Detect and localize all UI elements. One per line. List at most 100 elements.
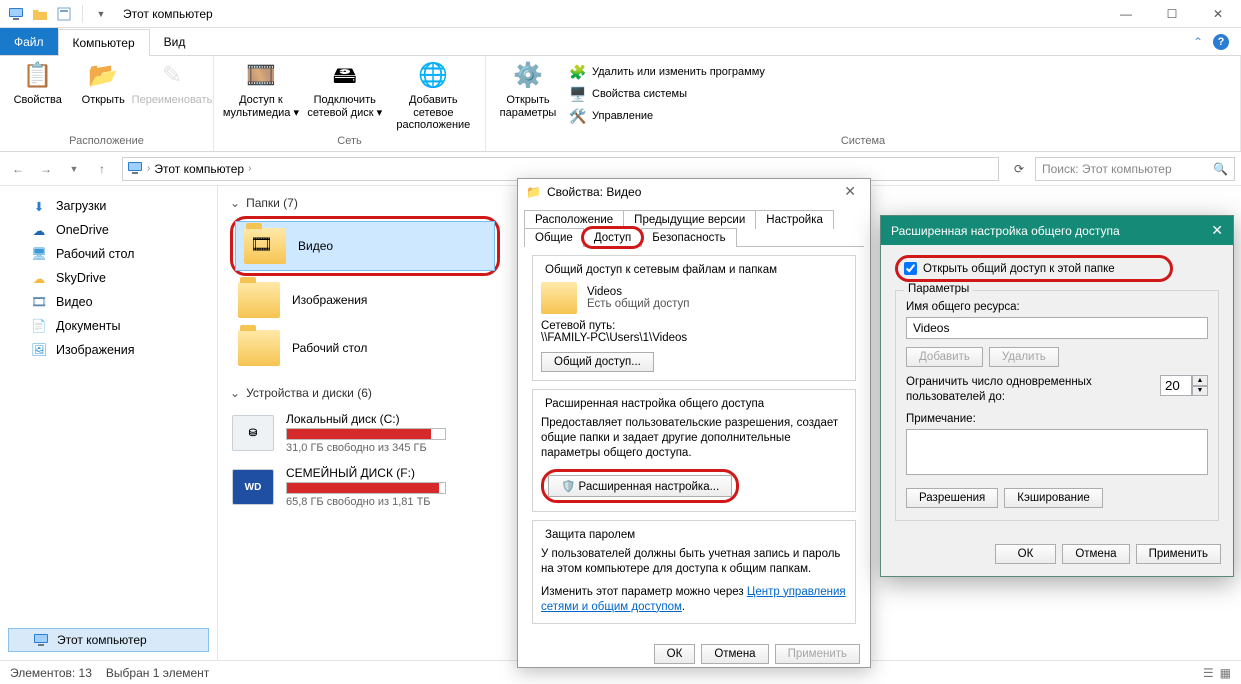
params-group-title: Параметры <box>904 283 973 295</box>
ribbon-manage[interactable]: 🛠️Управление <box>566 106 769 126</box>
ribbon-map-drive[interactable]: 🖴Подключить сетевой диск ▾ <box>304 60 386 119</box>
breadcrumb-text: Этот компьютер <box>154 162 244 176</box>
ribbon-properties[interactable]: 📋Свойства <box>6 60 70 107</box>
ribbon: 📋Свойства 📂Открыть ✎Переименовать Распол… <box>0 56 1241 152</box>
sidebar-item-desktop[interactable]: 🖥Рабочий стол <box>4 242 213 266</box>
limit-spinner[interactable]: ▲▼ <box>1160 375 1208 396</box>
dialog-properties-close[interactable]: ✕ <box>838 183 862 200</box>
search-icon: 🔍 <box>1213 162 1228 176</box>
adv-apply-button[interactable]: Применить <box>1136 544 1221 564</box>
prop-apply-button: Применить <box>775 644 860 664</box>
pwd-group-title: Защита паролем <box>541 529 639 541</box>
view-details-icon[interactable]: ☰ <box>1203 666 1214 680</box>
adv-close-button[interactable]: ✕ <box>1211 222 1223 239</box>
folder-icon[interactable] <box>30 4 50 24</box>
share-folder-checkbox[interactable] <box>904 262 917 275</box>
sidebar-item-thispc[interactable]: Этот компьютер <box>8 628 209 652</box>
sidebar-item-documents[interactable]: 📄Документы <box>4 314 213 338</box>
sidebar-item-onedrive[interactable]: ☁OneDrive <box>4 218 213 242</box>
prop-tab-setup[interactable]: Настройка <box>755 210 834 229</box>
window-title: Этот компьютер <box>117 7 213 21</box>
sidebar-item-pictures[interactable]: 🖼Изображения <box>4 338 213 362</box>
drive-f[interactable]: WD СЕМЕЙНЫЙ ДИСК (F:) 65,8 ГБ свободно и… <box>230 460 510 514</box>
ribbon-rename: ✎Переименовать <box>137 60 207 107</box>
group-location-label: Расположение <box>0 133 213 151</box>
view-tiles-icon[interactable]: ▦ <box>1220 666 1231 680</box>
tab-view[interactable]: Вид <box>150 28 200 55</box>
prop-tab-security[interactable]: Безопасность <box>641 228 736 247</box>
remove-button: Удалить <box>989 347 1059 367</box>
folder-icon <box>541 282 577 314</box>
add-button: Добавить <box>906 347 983 367</box>
nav-up[interactable]: ↑ <box>90 157 114 181</box>
ribbon-sysprops[interactable]: 🖥️Свойства системы <box>566 84 769 104</box>
drive-c[interactable]: ⛁ Локальный диск (C:) 31,0 ГБ свободно и… <box>230 406 510 460</box>
qat-dropdown-icon[interactable]: ▼ <box>91 4 111 24</box>
prop-ok-button[interactable]: ОК <box>654 644 696 664</box>
folder-desktop[interactable]: Рабочий стол <box>230 324 490 372</box>
thispc-icon <box>6 4 26 24</box>
prop-tab-access[interactable]: Доступ <box>583 228 642 247</box>
sidebar-item-video[interactable]: 🎞Видео <box>4 290 213 314</box>
close-button[interactable]: ✕ <box>1195 0 1241 28</box>
caching-button[interactable]: Кэширование <box>1004 488 1103 508</box>
ribbon-add-network[interactable]: 🌐Добавить сетевое расположение <box>388 60 479 132</box>
monitor-icon <box>33 633 49 647</box>
prop-tab-general[interactable]: Общие <box>524 228 584 247</box>
spin-up-icon[interactable]: ▲ <box>1192 375 1208 386</box>
permissions-button[interactable]: Разрешения <box>906 488 998 508</box>
adv-cancel-button[interactable]: Отмена <box>1062 544 1129 564</box>
ribbon-uninstall[interactable]: 🧩Удалить или изменить программу <box>566 62 769 82</box>
nav-back[interactable]: ← <box>6 157 30 181</box>
ribbon-collapse-icon[interactable]: ⌃ <box>1193 35 1203 49</box>
shared-name: Videos <box>587 286 689 298</box>
folder-video[interactable]: 🎞 Видео <box>235 221 495 271</box>
breadcrumb[interactable]: › Этот компьютер › <box>122 157 999 181</box>
maximize-button[interactable]: ☐ <box>1149 0 1195 28</box>
ribbon-open-settings[interactable]: ⚙️Открыть параметры <box>492 60 564 119</box>
prop-tab-prev[interactable]: Предыдущие версии <box>623 210 756 229</box>
sidebar-item-skydrive[interactable]: ☁SkyDrive <box>4 266 213 290</box>
search-placeholder: Поиск: Этот компьютер <box>1042 162 1172 176</box>
adv-title: Расширенная настройка общего доступа <box>891 224 1120 238</box>
ribbon-open[interactable]: 📂Открыть <box>72 60 136 107</box>
sidebar-item-downloads[interactable]: ⬇Загрузки <box>4 194 213 218</box>
search-input[interactable]: Поиск: Этот компьютер 🔍 <box>1035 157 1235 181</box>
folder-icon: 🎞 <box>244 228 286 264</box>
ribbon-media-access[interactable]: 🎞️Доступ к мультимедиа ▾ <box>220 60 302 119</box>
adv-group-title: Расширенная настройка общего доступа <box>541 398 768 410</box>
limit-input[interactable] <box>1160 375 1192 396</box>
prop-tab-location[interactable]: Расположение <box>524 210 624 229</box>
resource-name-input[interactable] <box>906 317 1208 339</box>
dialog-properties: 📁 Свойства: Видео ✕ Расположение Предыду… <box>517 178 871 668</box>
breadcrumb-icon <box>127 161 143 177</box>
share-group-title: Общий доступ к сетевым файлам и папкам <box>541 264 781 276</box>
share-button[interactable]: Общий доступ... <box>541 352 654 372</box>
adv-desc: Предоставляет пользовательские разрешени… <box>541 416 847 461</box>
minimize-button[interactable]: — <box>1103 0 1149 28</box>
nav-refresh[interactable]: ⟳ <box>1007 157 1031 181</box>
resname-label: Имя общего ресурса: <box>906 301 1208 313</box>
nav-history[interactable]: ▼ <box>62 157 86 181</box>
folder-pictures[interactable]: Изображения <box>230 276 490 324</box>
tab-file[interactable]: Файл <box>0 28 58 55</box>
dialog-properties-title: 📁 Свойства: Видео ✕ <box>518 179 870 204</box>
netpath-value: \\FAMILY-PC\Users\1\Videos <box>541 332 847 344</box>
note-textarea[interactable] <box>906 429 1208 475</box>
tab-computer[interactable]: Компьютер <box>58 29 150 56</box>
dialog-advanced-sharing: Расширенная настройка общего доступа ✕ О… <box>880 215 1234 577</box>
advanced-sharing-button[interactable]: 🛡️ Расширенная настройка... <box>548 475 732 497</box>
group-network-label: Сеть <box>214 133 485 151</box>
limit-label: Ограничить число одновременных пользоват… <box>906 375 1152 405</box>
help-icon[interactable]: ? <box>1213 34 1229 50</box>
group-system-label: Система <box>486 133 1240 151</box>
adv-ok-button[interactable]: ОК <box>995 544 1057 564</box>
spin-down-icon[interactable]: ▼ <box>1192 386 1208 397</box>
prop-cancel-button[interactable]: Отмена <box>701 644 768 664</box>
folder-icon <box>238 282 280 318</box>
folder-icon <box>238 330 280 366</box>
props-qat-icon[interactable] <box>54 4 74 24</box>
share-folder-checkbox-row[interactable]: Открыть общий доступ к этой папке <box>895 255 1173 282</box>
netpath-label: Сетевой путь: <box>541 320 847 332</box>
nav-forward[interactable]: → <box>34 157 58 181</box>
